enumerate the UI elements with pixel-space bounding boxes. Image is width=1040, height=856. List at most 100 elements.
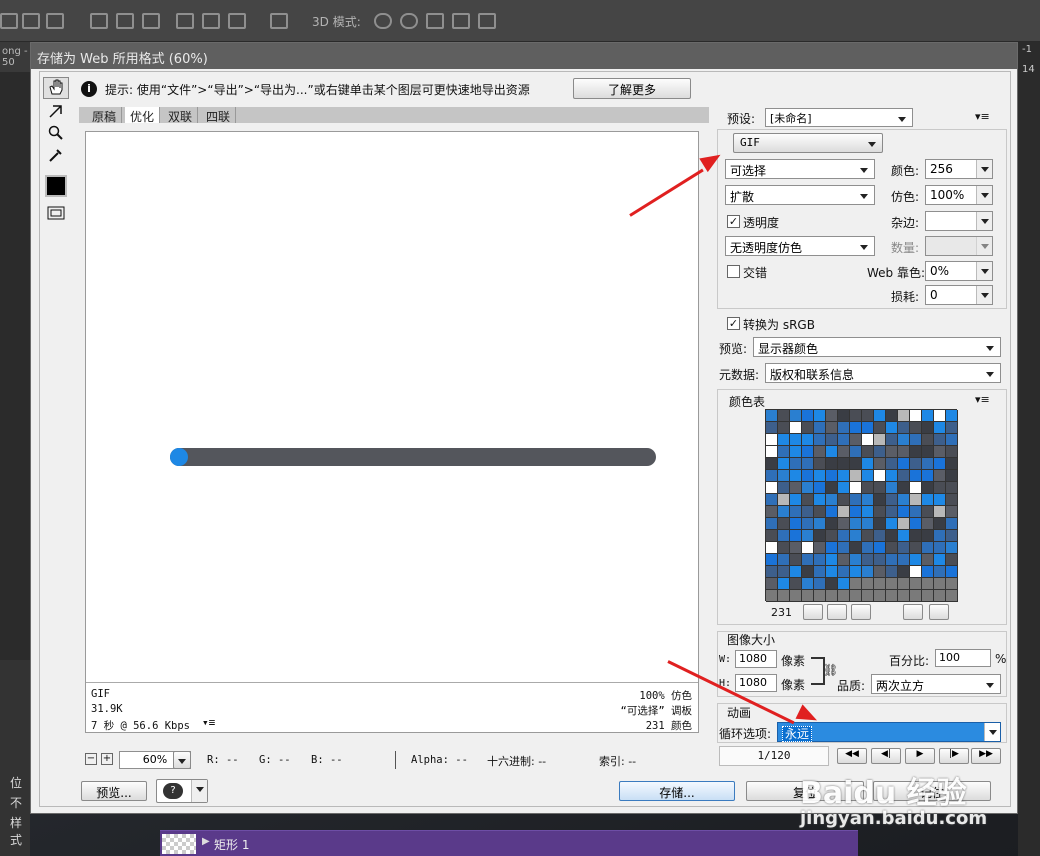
color-swatch[interactable] [910, 494, 922, 506]
color-swatch[interactable] [934, 566, 946, 578]
color-swatch[interactable] [934, 434, 946, 446]
color-swatch[interactable] [910, 506, 922, 518]
color-table-menu-icon[interactable]: ▾≡ [975, 393, 990, 406]
color-swatch[interactable] [838, 410, 850, 422]
lossy-field[interactable]: 0 [925, 285, 993, 305]
distribute-right-icon[interactable] [228, 13, 246, 29]
color-swatch[interactable] [814, 590, 826, 602]
matte-field[interactable] [925, 211, 993, 231]
color-swatch[interactable] [886, 566, 898, 578]
color-swatch[interactable] [862, 458, 874, 470]
color-swatch[interactable] [922, 530, 934, 542]
color-swatch[interactable] [898, 446, 910, 458]
color-swatch[interactable] [862, 410, 874, 422]
color-swatch[interactable] [874, 446, 886, 458]
download-menu-icon[interactable]: ▾≡ [202, 716, 215, 729]
color-swatch[interactable] [850, 434, 862, 446]
color-swatch[interactable] [790, 482, 802, 494]
color-swatch[interactable] [874, 458, 886, 470]
color-swatch[interactable] [910, 530, 922, 542]
color-swatch[interactable] [946, 422, 958, 434]
color-swatch[interactable] [838, 590, 850, 602]
color-swatch[interactable] [790, 542, 802, 554]
delete-color-icon[interactable] [929, 604, 949, 620]
color-swatch[interactable] [802, 518, 814, 530]
3d-scale-icon[interactable] [478, 13, 496, 29]
color-swatch[interactable] [886, 482, 898, 494]
color-swatch[interactable] [838, 578, 850, 590]
color-swatch[interactable] [826, 542, 838, 554]
color-swatch[interactable] [826, 578, 838, 590]
3d-orbit-icon[interactable] [374, 13, 392, 29]
quality-select[interactable]: 两次立方 [871, 674, 1001, 694]
color-swatch[interactable] [946, 446, 958, 458]
prev-frame-button[interactable]: ◀| [871, 748, 901, 764]
color-swatch[interactable] [934, 494, 946, 506]
tab-4up[interactable]: 四联 [201, 107, 237, 124]
color-swatch[interactable] [934, 482, 946, 494]
color-swatch[interactable] [790, 566, 802, 578]
color-swatch[interactable] [790, 506, 802, 518]
align-center-icon[interactable] [22, 13, 40, 29]
color-swatch[interactable] [850, 554, 862, 566]
color-swatch[interactable] [790, 518, 802, 530]
color-swatch[interactable] [802, 482, 814, 494]
color-swatch[interactable] [874, 530, 886, 542]
color-swatch[interactable] [934, 422, 946, 434]
web-shift-icon[interactable] [827, 604, 847, 620]
last-frame-button[interactable]: ▶▶ [971, 748, 1001, 764]
color-swatch[interactable] [802, 410, 814, 422]
color-swatch[interactable] [886, 518, 898, 530]
color-swatch[interactable] [922, 518, 934, 530]
color-swatch[interactable] [838, 518, 850, 530]
color-swatch[interactable] [874, 566, 886, 578]
color-swatch[interactable] [862, 422, 874, 434]
color-swatch[interactable] [826, 506, 838, 518]
interlaced-checkbox[interactable] [727, 265, 740, 278]
color-swatch[interactable] [898, 566, 910, 578]
color-swatch[interactable] [838, 542, 850, 554]
color-swatch[interactable] [778, 554, 790, 566]
color-swatch[interactable] [850, 542, 862, 554]
color-swatch[interactable] [778, 482, 790, 494]
color-swatch[interactable] [874, 506, 886, 518]
learn-more-button[interactable]: 了解更多 [573, 78, 691, 99]
color-swatch[interactable] [826, 566, 838, 578]
color-swatch[interactable] [850, 482, 862, 494]
color-swatch[interactable] [886, 446, 898, 458]
color-swatch[interactable] [778, 494, 790, 506]
color-swatch[interactable] [922, 542, 934, 554]
color-swatch[interactable] [802, 554, 814, 566]
color-swatch[interactable] [898, 482, 910, 494]
distribute-middle-icon[interactable] [116, 13, 134, 29]
color-swatch[interactable] [766, 530, 778, 542]
color-swatch[interactable] [874, 542, 886, 554]
color-swatch[interactable] [838, 434, 850, 446]
play-button[interactable]: ▶ [905, 748, 935, 764]
color-swatch[interactable] [934, 410, 946, 422]
color-swatch[interactable] [922, 590, 934, 602]
color-swatch[interactable] [838, 470, 850, 482]
color-swatch[interactable] [766, 422, 778, 434]
color-swatch[interactable] [946, 482, 958, 494]
color-swatch[interactable] [910, 590, 922, 602]
color-swatch[interactable] [826, 434, 838, 446]
color-swatch[interactable] [850, 530, 862, 542]
slice-select-tool-icon[interactable] [43, 101, 69, 123]
color-swatch[interactable] [874, 410, 886, 422]
color-swatch[interactable] [778, 518, 790, 530]
color-swatch[interactable] [898, 542, 910, 554]
color-swatch[interactable] [802, 470, 814, 482]
color-swatch[interactable] [886, 494, 898, 506]
color-swatch[interactable] [766, 590, 778, 602]
color-swatch[interactable] [814, 554, 826, 566]
color-swatch[interactable] [862, 482, 874, 494]
color-swatch[interactable] [910, 566, 922, 578]
color-swatch[interactable] [934, 470, 946, 482]
color-swatch[interactable] [766, 446, 778, 458]
color-swatch[interactable] [934, 506, 946, 518]
color-swatch[interactable] [922, 482, 934, 494]
color-swatch[interactable] [898, 458, 910, 470]
color-swatch[interactable] [778, 590, 790, 602]
color-swatch[interactable] [934, 446, 946, 458]
